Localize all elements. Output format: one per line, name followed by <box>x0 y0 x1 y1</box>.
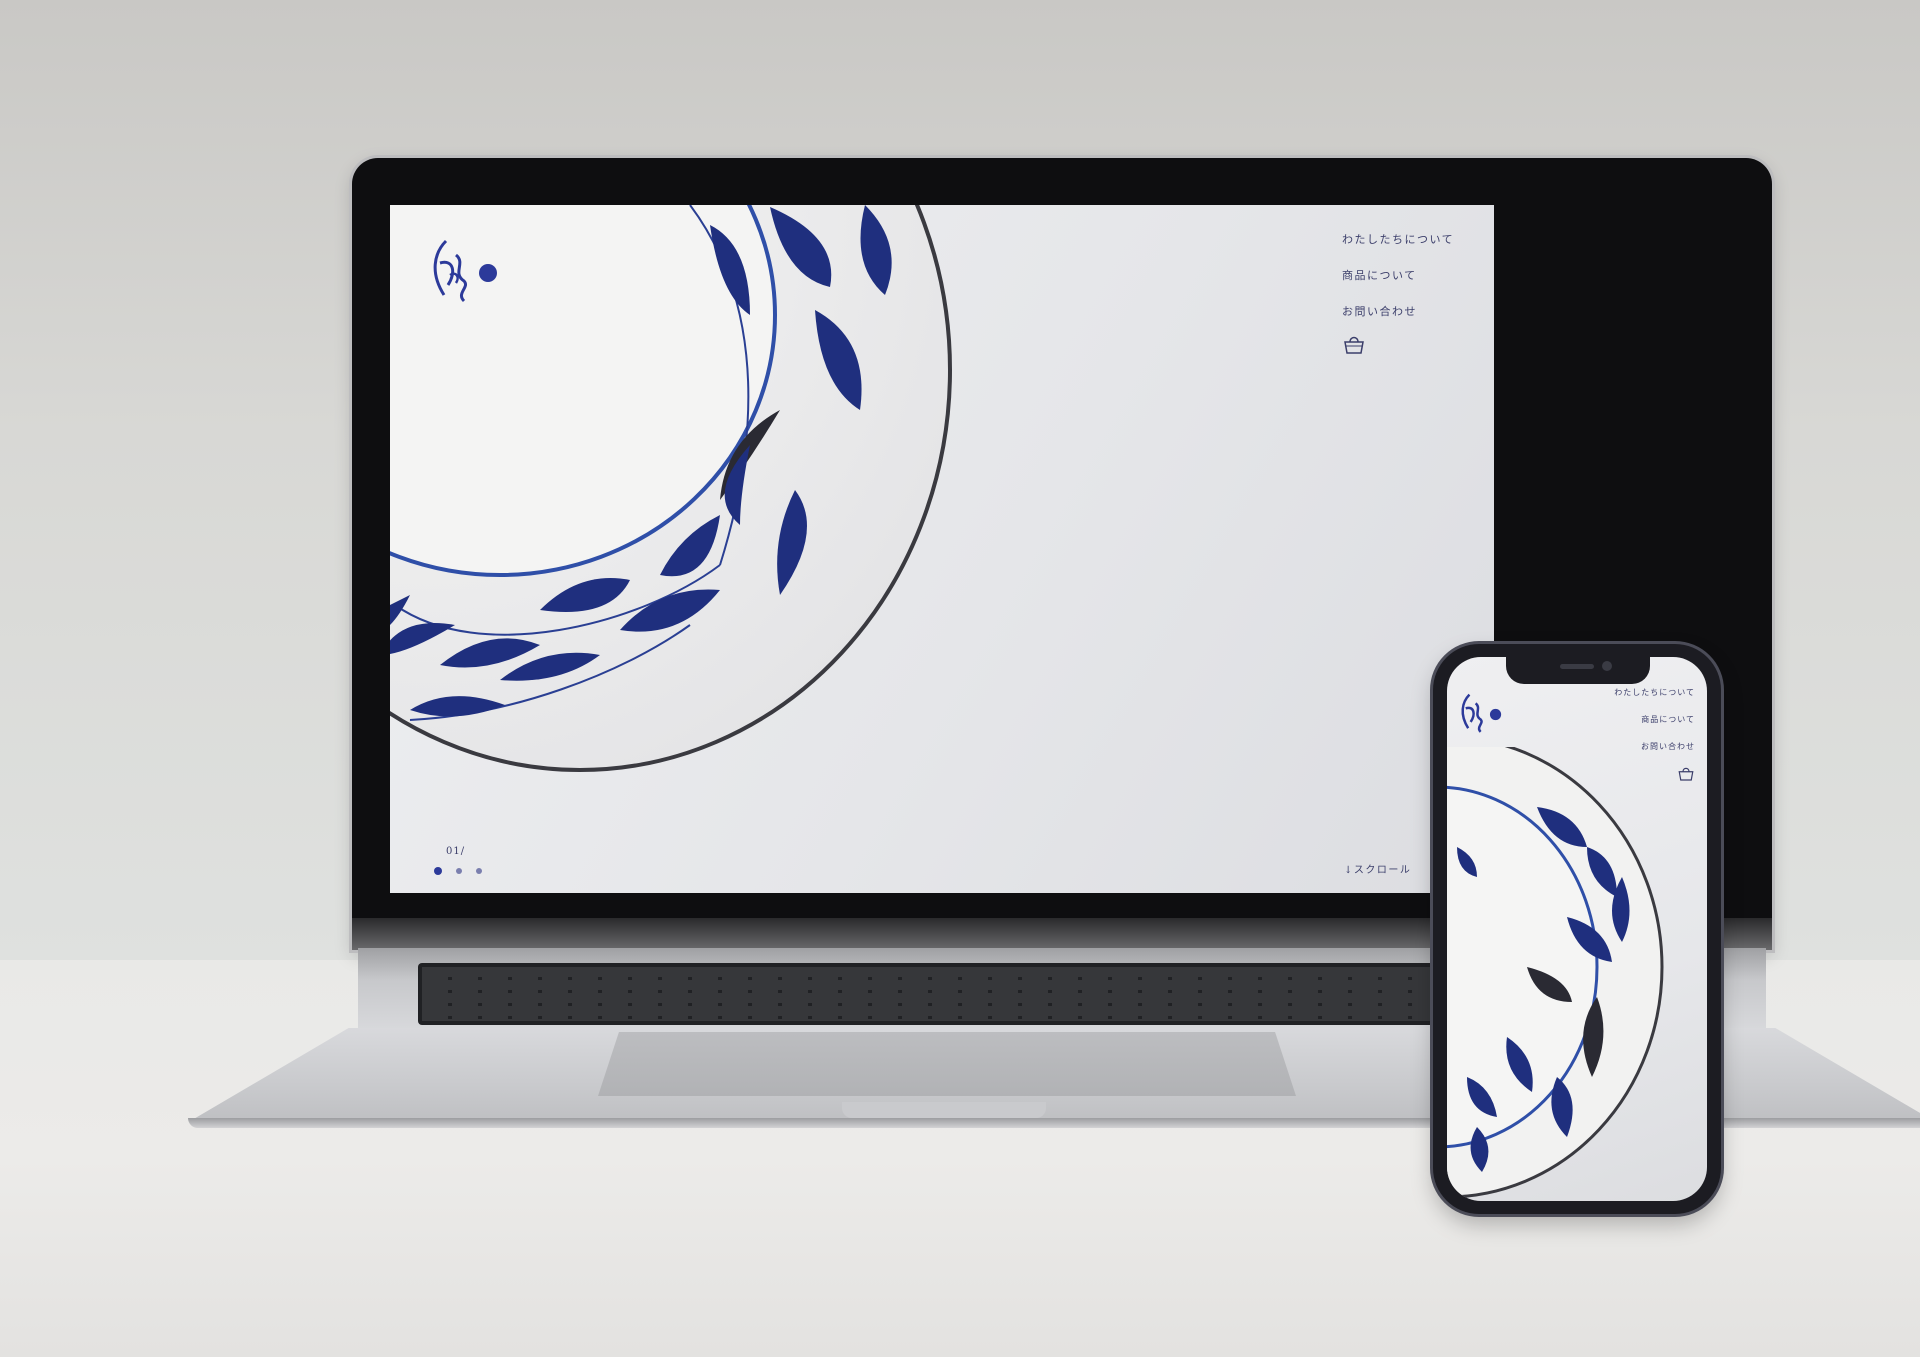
slider-dot-2[interactable] <box>456 868 462 874</box>
phone-speaker <box>1560 664 1594 669</box>
nav-item-contact[interactable]: お問い合わせ <box>1342 303 1454 319</box>
phone-nav: わたしたちについて 商品について お問い合わせ <box>1614 687 1695 787</box>
main-nav: わたしたちについて 商品について お問い合わせ <box>1342 231 1454 361</box>
slide-counter: 01/ <box>446 846 466 857</box>
phone-notch <box>1506 654 1650 684</box>
phone-screen: わたしたちについて 商品について お問い合わせ <box>1447 657 1707 1201</box>
nav-item-about[interactable]: わたしたちについて <box>1342 231 1454 247</box>
slider-dot-3[interactable] <box>476 868 482 874</box>
laptop-open-notch <box>842 1102 1046 1118</box>
laptop-trackpad <box>598 1032 1296 1096</box>
phone-logo-brush-icon[interactable] <box>1457 689 1503 735</box>
slider-dot-1[interactable] <box>434 867 442 875</box>
phone-nav-item-about[interactable]: わたしたちについて <box>1614 687 1695 698</box>
phone-nav-item-products[interactable]: 商品について <box>1614 714 1695 725</box>
slider-dots <box>434 867 482 875</box>
logo-brush-icon[interactable] <box>426 233 500 305</box>
scroll-indicator[interactable]: ↓スクロール <box>1344 861 1411 876</box>
laptop-keyboard <box>418 963 1568 1025</box>
phone-nav-item-contact[interactable]: お問い合わせ <box>1614 741 1695 752</box>
cart-basket-icon[interactable] <box>1342 333 1366 357</box>
phone-cart-basket-icon[interactable] <box>1677 765 1695 783</box>
nav-item-products[interactable]: 商品について <box>1342 267 1454 283</box>
phone-hero-plate-image <box>1447 747 1664 1199</box>
laptop-screen: わたしたちについて 商品について お問い合わせ 01/ ↓スクロール <box>390 205 1494 893</box>
phone-camera <box>1602 661 1612 671</box>
hero-plate-image <box>390 205 952 772</box>
